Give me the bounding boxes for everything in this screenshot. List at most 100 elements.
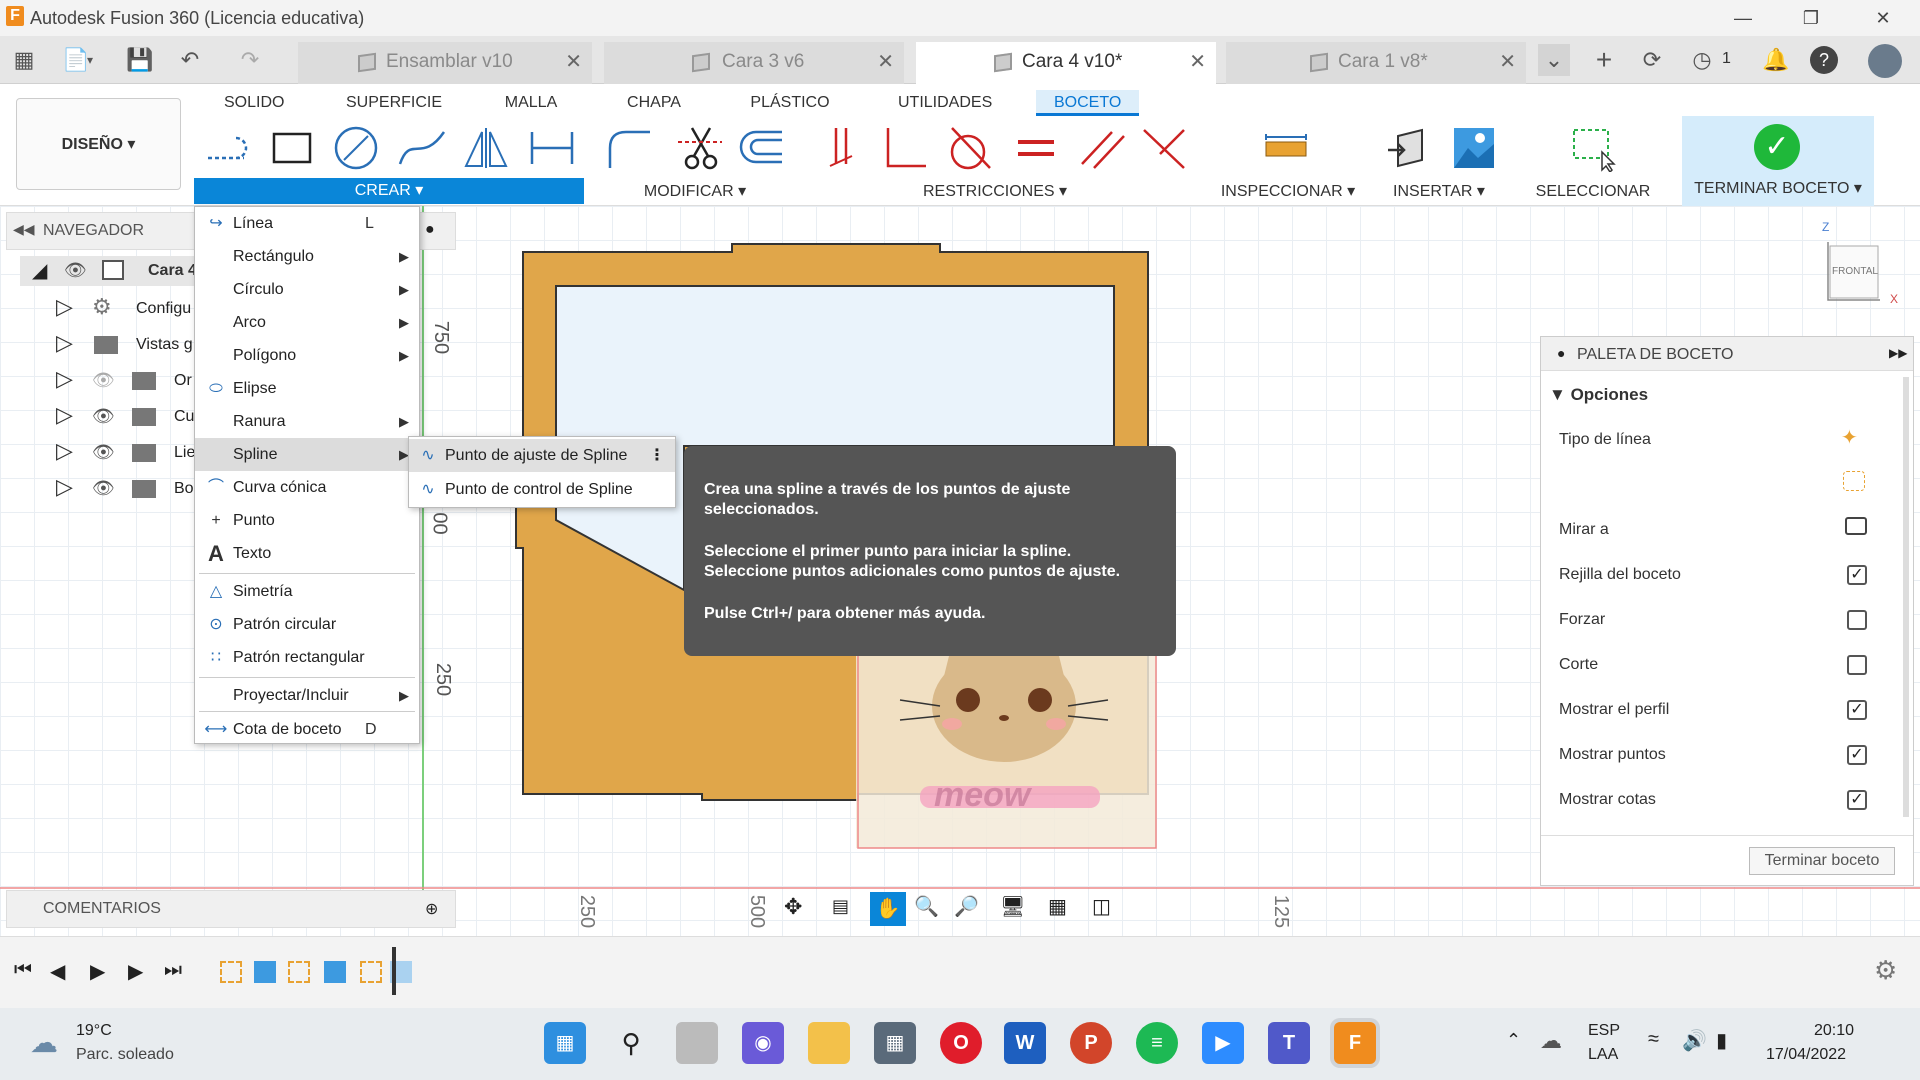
menu-item-curva-conica[interactable]: ⌒ Curva cónica <box>195 471 419 504</box>
wifi-icon[interactable]: ≈ <box>1648 1028 1659 1051</box>
close-tab-icon[interactable]: ✕ <box>877 42 894 82</box>
save-icon[interactable]: 💾 <box>124 44 156 76</box>
clock-date[interactable]: 17/04/2022 <box>1766 1046 1846 1064</box>
menu-item-patron-rectangular[interactable]: ∷ Patrón rectangular <box>195 641 419 674</box>
insert-image-icon[interactable] <box>1448 124 1500 172</box>
dimension-tool-icon[interactable] <box>526 124 578 172</box>
menu-item-arco[interactable]: Arco ▶ <box>195 306 419 339</box>
grid-menu-icon[interactable]: ▦ <box>8 44 40 76</box>
add-comment-icon[interactable]: ⊕ <box>425 899 438 919</box>
spline-tool-icon[interactable] <box>396 124 448 172</box>
seleccionar-dropdown[interactable]: SELECCIONAR ▾ <box>1530 180 1656 224</box>
modificar-dropdown[interactable]: MODIFICAR ▾ <box>640 180 750 204</box>
step-forward-icon[interactable]: ▶ <box>128 959 143 984</box>
insert-derive-icon[interactable] <box>1384 124 1436 172</box>
slice-checkbox[interactable] <box>1847 655 1867 675</box>
menu-item-simetria[interactable]: △ Simetría <box>195 575 419 608</box>
menu-item-ranura[interactable]: Ranura ▶ <box>195 405 419 438</box>
scrollbar[interactable] <box>1903 377 1909 817</box>
show-dimensions-checkbox[interactable]: ✓ <box>1847 790 1867 810</box>
word-icon[interactable]: W <box>1004 1022 1046 1064</box>
insertar-dropdown[interactable]: INSERTAR ▾ <box>1384 180 1494 204</box>
viewcube-face[interactable]: FRONTAL <box>1832 266 1878 277</box>
step-back-icon[interactable]: ◀ <box>50 959 65 984</box>
finish-sketch-button[interactable]: ✓ TERMINAR BOCETO ▾ <box>1682 116 1874 206</box>
menu-item-circulo[interactable]: Círculo ▶ <box>195 273 419 306</box>
tab-ensamblar[interactable]: Ensamblar v10 ✕ <box>298 42 592 84</box>
expand-triangle-icon[interactable]: ▷ <box>56 474 73 500</box>
redo-icon[interactable]: ↷ <box>234 44 266 76</box>
maximize-button[interactable]: ❐ <box>1788 2 1834 34</box>
tab-malla[interactable]: MALLA <box>502 90 560 116</box>
eye-hidden-icon[interactable]: 👁 <box>92 370 115 391</box>
snap-checkbox[interactable] <box>1847 610 1867 630</box>
tab-cara-1[interactable]: Cara 1 v8* ✕ <box>1226 42 1526 84</box>
sketch-feature-icon[interactable] <box>220 961 242 983</box>
perpendicular-constraint-icon[interactable] <box>878 124 930 172</box>
help-icon[interactable]: ? <box>1810 46 1838 74</box>
navigator-item[interactable]: ▷ ⚙ Configu <box>20 292 200 326</box>
fit-icon[interactable]: 🔎 <box>954 894 979 919</box>
expand-triangle-icon[interactable]: ▷ <box>56 366 73 392</box>
eye-icon[interactable]: 👁 <box>64 260 87 281</box>
finish-sketch-palette-button[interactable]: Terminar boceto <box>1749 847 1895 875</box>
look-at-icon[interactable]: ▤ <box>832 896 849 917</box>
eye-icon[interactable]: 👁 <box>92 442 115 463</box>
tangent-constraint-icon[interactable] <box>942 124 994 172</box>
menu-item-cota[interactable]: ⟷ Cota de boceto D <box>195 713 419 746</box>
tab-cara-4[interactable]: Cara 4 v10* ✕ <box>916 42 1216 84</box>
chat-icon[interactable]: ◉ <box>742 1022 784 1064</box>
menu-item-rectangulo[interactable]: Rectángulo ▶ <box>195 240 419 273</box>
menu-item-texto[interactable]: A Texto <box>195 537 419 570</box>
expand-triangle-icon[interactable]: ▷ <box>56 294 73 320</box>
menu-item-fit-point-spline[interactable]: ∿ Punto de ajuste de Spline ⋮ <box>409 439 675 472</box>
fillet-tool-icon[interactable] <box>604 124 656 172</box>
sketch-feature-icon[interactable] <box>288 961 310 983</box>
zoom-icon[interactable]: 🔍 <box>914 894 939 919</box>
undo-icon[interactable]: ↶ <box>174 44 206 76</box>
display-settings-icon[interactable]: 🖥 <box>1000 894 1025 919</box>
collinear-constraint-icon[interactable] <box>1138 124 1190 172</box>
tab-solido[interactable]: SOLIDO <box>224 90 284 116</box>
powerpoint-icon[interactable]: P <box>1070 1022 1112 1064</box>
menu-item-poligono[interactable]: Polígono ▶ <box>195 339 419 372</box>
file-dropdown-icon[interactable]: ▾ <box>80 44 100 76</box>
tray-overflow-icon[interactable]: ⌃ <box>1506 1030 1521 1051</box>
mirror-tool-icon[interactable] <box>460 124 512 172</box>
tab-overflow-icon[interactable]: ⌄ <box>1538 44 1570 76</box>
trim-scissors-icon[interactable] <box>674 124 726 172</box>
expand-triangle-icon[interactable]: ▷ <box>56 330 73 356</box>
tab-boceto[interactable]: BOCETO <box>1036 90 1140 116</box>
spotify-icon[interactable]: ≡ <box>1136 1022 1178 1064</box>
navigator-item[interactable]: ▷ 👁 Bo <box>20 472 200 506</box>
minimize-button[interactable]: — <box>1720 2 1766 34</box>
menu-item-linea[interactable]: ↪ Línea L <box>195 207 419 240</box>
battery-icon[interactable]: ▮ <box>1716 1028 1727 1053</box>
calculator-icon[interactable]: ▦ <box>874 1022 916 1064</box>
start-icon[interactable]: ▦ <box>544 1022 586 1064</box>
line-tool-icon[interactable] <box>200 124 252 172</box>
new-tab-icon[interactable]: + <box>1588 44 1620 76</box>
play-icon[interactable]: ▶ <box>90 959 105 984</box>
teams-icon[interactable]: T <box>1268 1022 1310 1064</box>
centerline-icon[interactable] <box>1843 471 1865 491</box>
job-status-icon[interactable]: ◷ <box>1686 44 1718 76</box>
measure-icon[interactable] <box>1260 124 1312 172</box>
orbit-icon[interactable]: ✥ <box>784 894 802 920</box>
timeline-settings-icon[interactable]: ⚙ <box>1874 955 1897 986</box>
tab-chapa[interactable]: CHAPA <box>626 90 682 116</box>
more-options-icon[interactable]: ⋮ <box>649 439 665 472</box>
offset-tool-icon[interactable] <box>736 124 788 172</box>
volume-icon[interactable]: 🔊 <box>1682 1028 1707 1053</box>
coincident-constraint-icon[interactable] <box>816 124 868 172</box>
tab-plastico[interactable]: PLÁSTICO <box>750 90 830 116</box>
keyboard-layout[interactable]: LAA <box>1588 1046 1618 1064</box>
close-tab-icon[interactable]: ✕ <box>1189 42 1206 82</box>
workspace-dropdown[interactable]: DISEÑO ▾ <box>16 98 181 190</box>
equal-constraint-icon[interactable] <box>1010 124 1062 172</box>
task-view-icon[interactable] <box>676 1022 718 1064</box>
expand-icon[interactable]: ▶▶ <box>1889 346 1907 360</box>
navigator-item[interactable]: ▷ 👁 Cu <box>20 400 200 434</box>
navigator-item[interactable]: ▷ Vistas g <box>20 328 200 362</box>
crear-dropdown[interactable]: CREAR ▾ <box>194 178 584 204</box>
